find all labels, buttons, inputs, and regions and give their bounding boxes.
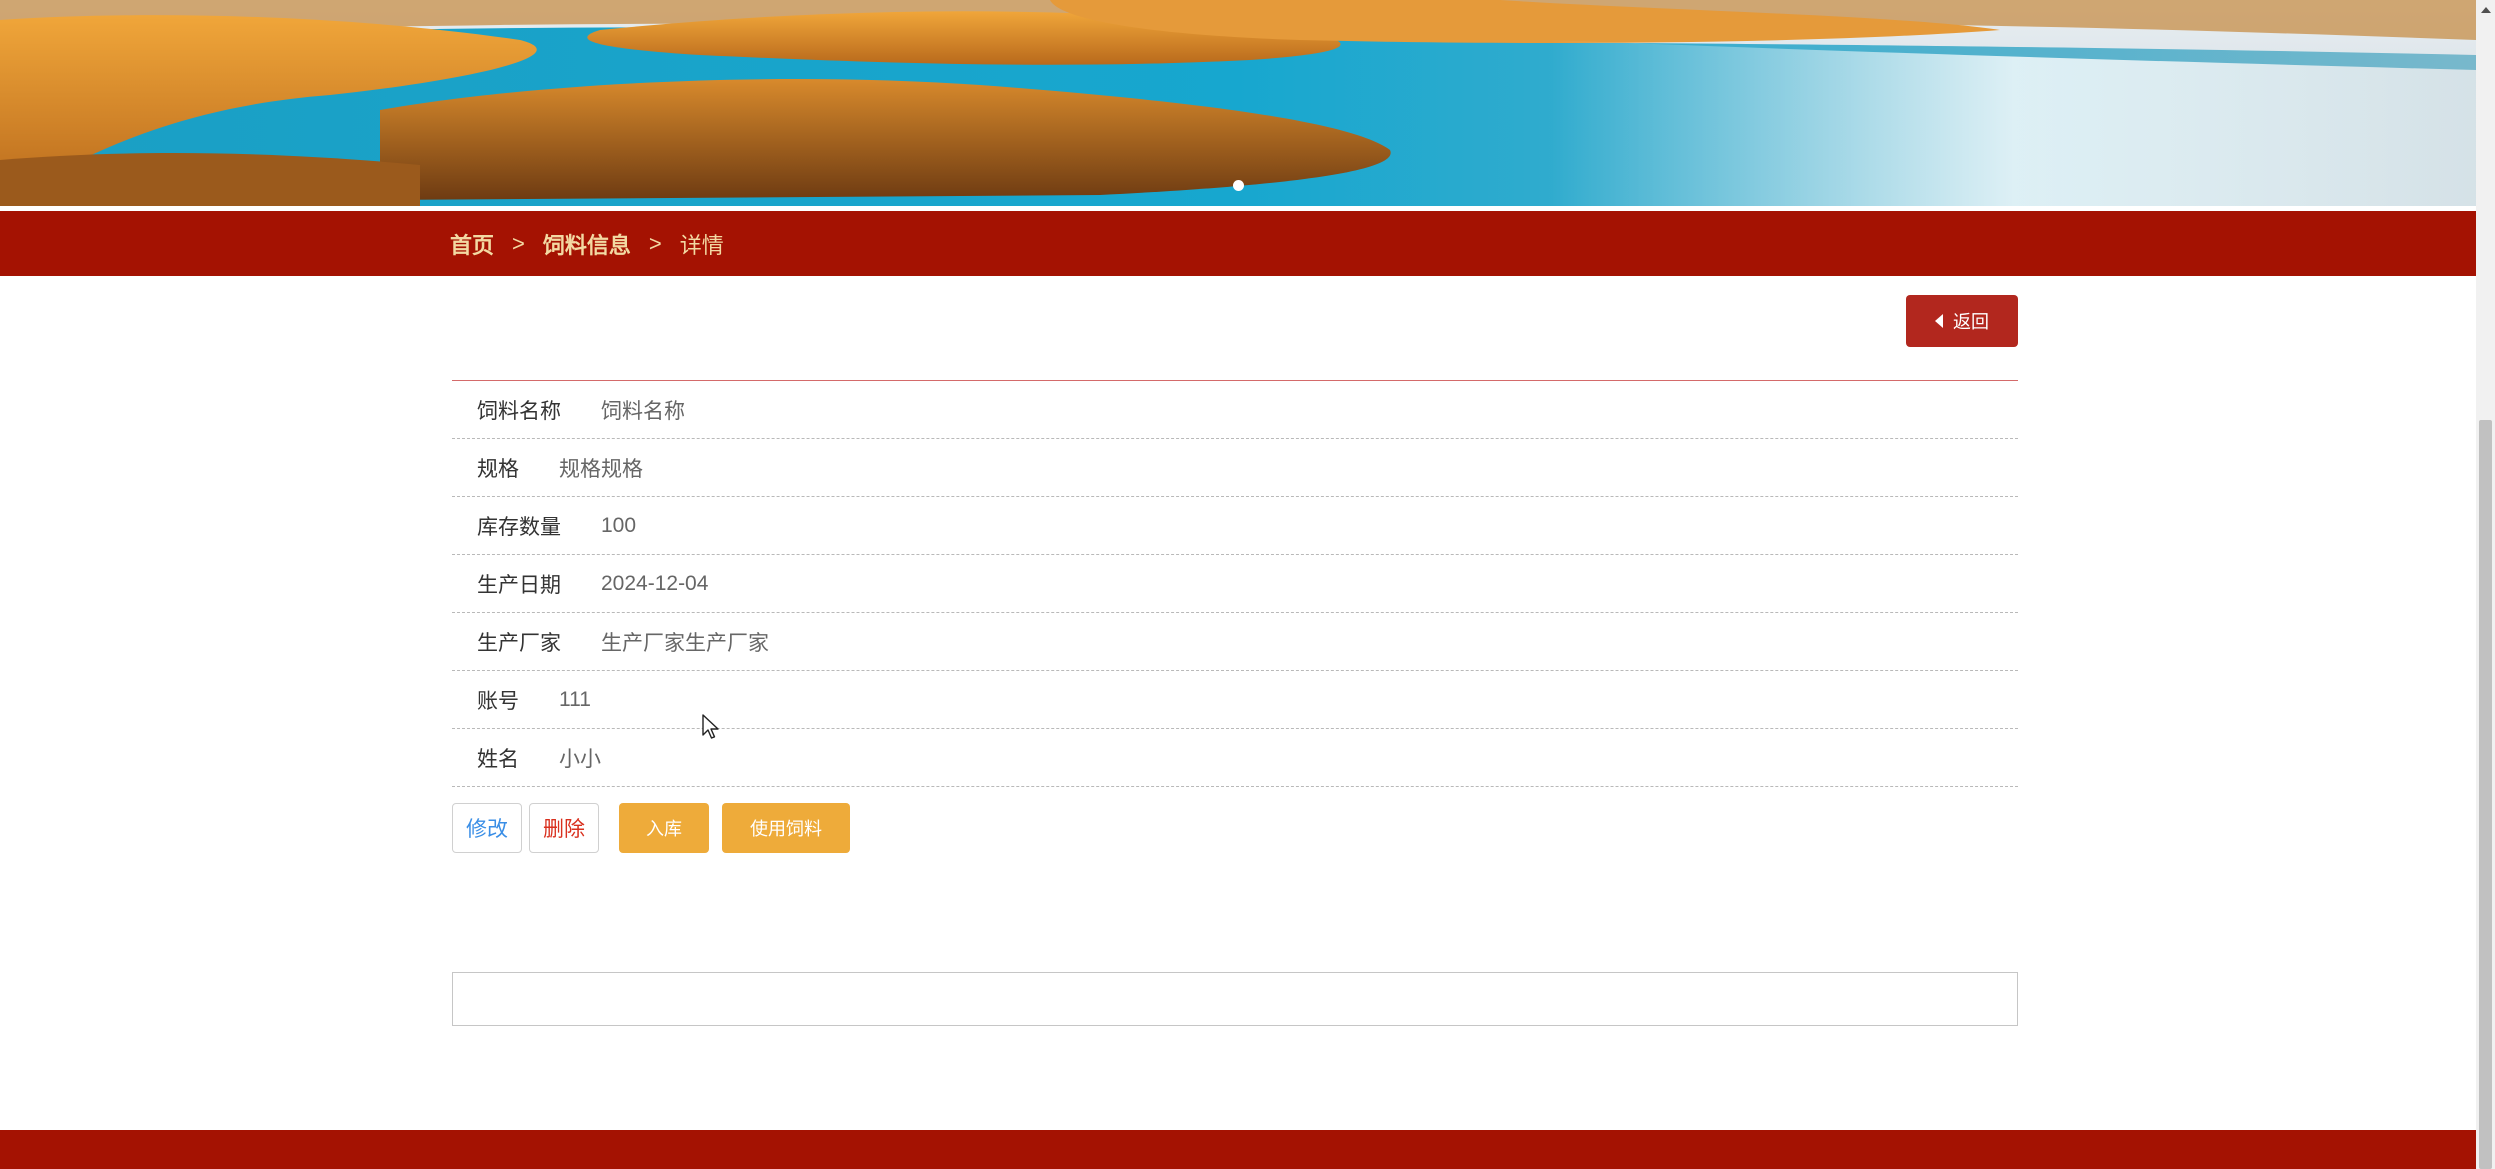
detail-value: 100 <box>601 513 637 537</box>
detail-list: 饲料名称 饲料名称 规格 规格规格 库存数量 100 生产日期 2024-12-… <box>452 380 2018 787</box>
caret-left-icon <box>1935 314 1943 328</box>
detail-label: 生产日期 <box>477 573 561 597</box>
detail-label: 姓名 <box>477 747 519 771</box>
carousel-indicators <box>0 178 2476 196</box>
detail-value: 生产厂家生产厂家 <box>601 631 769 655</box>
breadcrumb: 首页 > 饲料信息 > 详情 <box>450 211 724 276</box>
breadcrumb-home-link[interactable]: 首页 <box>450 228 494 260</box>
detail-row-production-date: 生产日期 2024-12-04 <box>452 555 2018 613</box>
scrollbar-thumb[interactable] <box>2479 420 2492 1169</box>
detail-label: 饲料名称 <box>477 399 561 423</box>
use-feed-button[interactable]: 使用饲料 <box>722 803 850 853</box>
scroll-up-arrow-icon[interactable] <box>2476 0 2495 19</box>
back-button[interactable]: 返回 <box>1906 295 2018 347</box>
breadcrumb-separator: > <box>512 230 525 256</box>
empty-text-field[interactable] <box>452 972 2018 1026</box>
carousel-dot-active[interactable] <box>1232 180 1244 191</box>
detail-label: 账号 <box>477 689 519 713</box>
detail-row-feed-name: 饲料名称 饲料名称 <box>452 381 2018 439</box>
detail-value: 111 <box>559 687 591 711</box>
detail-row-account: 账号 111 <box>452 671 2018 729</box>
mouse-cursor-icon <box>702 714 719 739</box>
detail-value: 规格规格 <box>559 457 643 481</box>
edit-button[interactable]: 修改 <box>452 803 522 853</box>
stock-in-button[interactable]: 入库 <box>619 803 709 853</box>
detail-row-manufacturer: 生产厂家 生产厂家生产厂家 <box>452 613 2018 671</box>
detail-row-name: 姓名 小小 <box>452 729 2018 787</box>
detail-value: 饲料名称 <box>601 399 685 423</box>
detail-row-spec: 规格 规格规格 <box>452 439 2018 497</box>
detail-value: 小小 <box>559 747 601 771</box>
breadcrumb-bar: 首页 > 饲料信息 > 详情 <box>0 211 2476 276</box>
banner-landscape-image <box>0 0 2476 206</box>
detail-value: 2024-12-04 <box>601 571 709 595</box>
breadcrumb-separator: > <box>648 230 662 256</box>
detail-label: 生产厂家 <box>477 631 561 655</box>
breadcrumb-current: 详情 <box>679 232 724 258</box>
detail-label: 库存数量 <box>477 515 561 539</box>
breadcrumb-feed-info-link[interactable]: 饲料信息 <box>543 228 631 260</box>
banner-carousel[interactable] <box>0 0 2476 206</box>
vertical-scrollbar[interactable] <box>2476 0 2495 1169</box>
detail-row-stock: 库存数量 100 <box>452 497 2018 555</box>
action-buttons: 修改 删除 入库 使用饲料 <box>452 802 850 854</box>
page: 首页 > 饲料信息 > 详情 返回 饲料名称 饲料名称 规格 规格规格 库存数量… <box>0 0 2476 1169</box>
detail-label: 规格 <box>477 457 519 481</box>
back-button-label: 返回 <box>1953 312 1989 332</box>
delete-button[interactable]: 删除 <box>529 803 599 853</box>
footer-bar <box>0 1130 2476 1169</box>
